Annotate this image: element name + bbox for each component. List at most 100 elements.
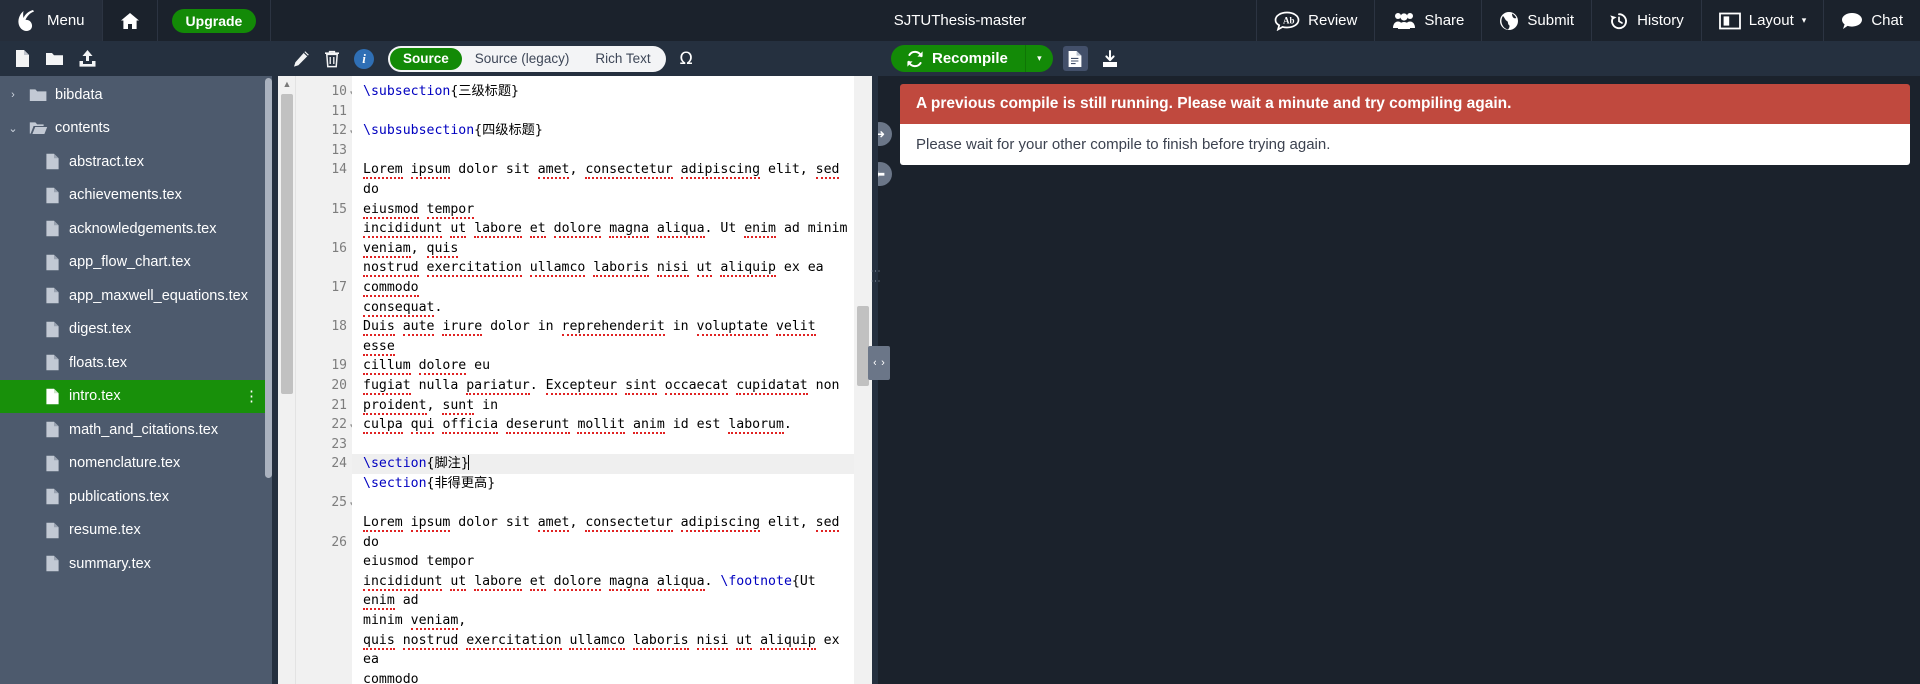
- code-line[interactable]: \subsection{三级标题}: [363, 82, 854, 102]
- file-tree-item-resume-tex[interactable]: resume.tex: [0, 514, 272, 548]
- file-tree-item-achievements-tex[interactable]: achievements.tex: [0, 179, 272, 213]
- code-editor[interactable]: 10▾11 12▾13 14 15 16 17 18 19 20 21 22▾23 24 25▾ 26 \…: [296, 76, 854, 684]
- top-nav-left-group: Menu Upgrade: [0, 0, 272, 41]
- code-line[interactable]: incididunt ut labore et dolore magna ali…: [363, 572, 854, 631]
- code-line[interactable]: [363, 493, 854, 513]
- share-button[interactable]: Share: [1374, 0, 1481, 41]
- info-icon[interactable]: i: [354, 48, 374, 69]
- recompile-button[interactable]: Recompile: [891, 45, 1025, 72]
- file-tree-item-floats-tex[interactable]: floats.tex: [0, 346, 272, 380]
- arrow-left-icon[interactable]: ⬅: [878, 162, 892, 186]
- code-text: {脚注}: [426, 456, 469, 472]
- new-file-icon[interactable]: [14, 49, 31, 68]
- code-content[interactable]: \subsection{三级标题} \subsubsection{四级标题} L…: [352, 76, 854, 684]
- sidebar-scrollbar[interactable]: [265, 78, 272, 478]
- layout-button[interactable]: Layout ▾: [1700, 0, 1824, 41]
- code-line[interactable]: quis nostrud exercitation ullamco labori…: [363, 631, 854, 684]
- code-line[interactable]: incididunt ut labore et dolore magna ali…: [363, 219, 854, 258]
- expand-pdf-icon[interactable]: ›: [876, 346, 890, 380]
- code-line[interactable]: \section{脚注}: [352, 454, 854, 474]
- code-line[interactable]: Lorem ipsum dolor sit amet, consectetur …: [363, 513, 854, 572]
- editor-outer-scroll-thumb[interactable]: [281, 94, 293, 394]
- code-text: ex ea: [775, 260, 832, 276]
- upload-icon[interactable]: [78, 49, 97, 68]
- file-tree-item-nomenclature-tex[interactable]: nomenclature.tex: [0, 447, 272, 481]
- chevron-right-icon[interactable]: ›: [0, 89, 26, 101]
- layout-label: Layout: [1748, 12, 1794, 29]
- file-tree-item-acknowledgements-tex[interactable]: acknowledgements.tex: [0, 212, 272, 246]
- file-tree-item-label: intro.tex: [69, 388, 121, 405]
- file-icon: [40, 488, 64, 505]
- file-tree-item-publications-tex[interactable]: publications.tex: [0, 480, 272, 514]
- overleaf-editor-app: Menu Upgrade SJTUThesis-master Ab Review…: [0, 0, 1920, 684]
- code-line[interactable]: Lorem ipsum dolor sit amet, consectetur …: [363, 160, 854, 219]
- history-clock-icon: [1609, 11, 1629, 31]
- arrow-right-icon[interactable]: ➜: [878, 122, 892, 146]
- home-button[interactable]: [103, 0, 158, 41]
- file-item-menu-icon[interactable]: ⋮: [244, 387, 264, 405]
- editor-inner-scrollbar[interactable]: [854, 76, 872, 684]
- chevron-down-icon[interactable]: ⌄: [0, 122, 26, 135]
- code-and-gutter: 10▾11 12▾13 14 15 16 17 18 19 20 21 22▾23 24 25▾ 26 \…: [296, 76, 854, 684]
- upgrade-button[interactable]: Upgrade: [171, 8, 257, 33]
- review-button[interactable]: Ab Review: [1256, 0, 1374, 41]
- code-line[interactable]: \section{非得更高}: [363, 474, 854, 494]
- code-line[interactable]: \subsubsection{四级标题}: [363, 121, 854, 141]
- misspelled-word: laboris: [593, 260, 649, 278]
- code-line[interactable]: culpa qui officia deserunt mollit anim i…: [363, 415, 854, 435]
- file-tree-item-app-flow-chart-tex[interactable]: app_flow_chart.tex: [0, 246, 272, 280]
- code-text: ad minim: [783, 221, 848, 237]
- code-line[interactable]: [363, 435, 854, 455]
- misspelled-word: magna: [609, 221, 649, 239]
- file-tree-item-bibdata[interactable]: › bibdata: [0, 78, 272, 112]
- editor-outer-scrollbar[interactable]: ▲: [278, 76, 296, 684]
- code-line[interactable]: fugiat nulla pariatur. Excepteur sint oc…: [363, 376, 854, 415]
- download-pdf-icon[interactable]: [1098, 46, 1123, 71]
- menu-button[interactable]: Menu: [0, 0, 103, 41]
- code-text: in: [664, 319, 697, 335]
- line-number: 22▾: [296, 415, 354, 435]
- misspelled-word: qui: [410, 417, 435, 435]
- file-tree-item-abstract-tex[interactable]: abstract.tex: [0, 145, 272, 179]
- misspelled-word: consectetur: [585, 515, 673, 533]
- trash-delete-icon[interactable]: [324, 50, 340, 68]
- code-text: ,: [426, 397, 443, 413]
- folder-icon: [26, 87, 50, 103]
- chat-button[interactable]: Chat: [1823, 0, 1920, 41]
- submit-button[interactable]: Submit: [1481, 0, 1591, 41]
- file-tree-item-contents[interactable]: ⌄ contents: [0, 112, 272, 146]
- code-line[interactable]: [363, 102, 854, 122]
- omega-symbol-icon[interactable]: Ω: [680, 49, 693, 69]
- mode-source-button[interactable]: Source: [390, 47, 462, 70]
- scroll-up-arrow-icon[interactable]: ▲: [278, 76, 296, 92]
- code-line[interactable]: Duis aute irure dolor in reprehenderit i…: [363, 317, 854, 376]
- home-icon: [120, 11, 140, 31]
- latex-command: \section: [363, 456, 427, 472]
- new-folder-icon[interactable]: [45, 50, 64, 67]
- top-nav-right-group: Ab Review Share Submit History Layout ▾ …: [1256, 0, 1920, 41]
- mode-rich-text-button[interactable]: Rich Text: [582, 48, 663, 70]
- file-tree-item-app-maxwell-equations-tex[interactable]: app_maxwell_equations.tex: [0, 279, 272, 313]
- history-button[interactable]: History: [1591, 0, 1701, 41]
- misspelled-word: enim: [744, 221, 776, 239]
- misspelled-word: anim: [633, 417, 665, 435]
- pencil-rename-icon[interactable]: [292, 50, 310, 68]
- file-tree-item-summary-tex[interactable]: summary.tex: [0, 547, 272, 581]
- file-icon: [40, 388, 64, 405]
- file-tree-item-intro-tex[interactable]: intro.tex ⋮: [0, 379, 272, 413]
- mode-source-legacy-button[interactable]: Source (legacy): [462, 48, 583, 70]
- misspelled-word: ullamco: [569, 632, 626, 650]
- code-line[interactable]: [363, 141, 854, 161]
- file-tree-item-math-and-citations-tex[interactable]: math_and_citations.tex: [0, 413, 272, 447]
- line-number: 16: [331, 240, 347, 256]
- file-tree-item-digest-tex[interactable]: digest.tex: [0, 313, 272, 347]
- code-line[interactable]: nostrud exercitation ullamco laboris nis…: [363, 258, 854, 317]
- recompile-options-caret[interactable]: ▾: [1024, 45, 1053, 72]
- document-logs-icon[interactable]: [1062, 46, 1088, 71]
- recompile-group: Recompile ▾: [891, 45, 1053, 72]
